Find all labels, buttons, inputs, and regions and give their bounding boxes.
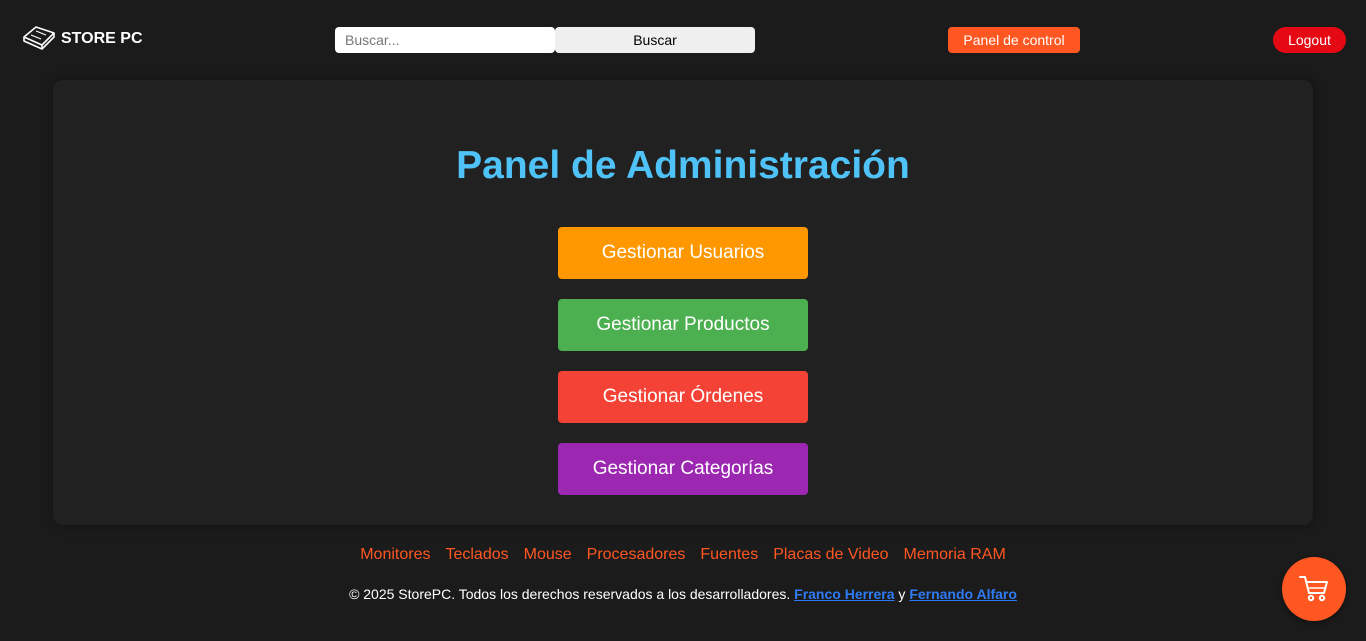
copyright-prefix: © 2025 StorePC. Todos los derechos reser… (349, 586, 791, 602)
logo[interactable]: STORE PC (22, 24, 143, 54)
page-title: Panel de Administración (456, 144, 910, 187)
footer-link-mouse[interactable]: Mouse (524, 546, 572, 564)
logout-button[interactable]: Logout (1273, 27, 1346, 53)
manage-users-button[interactable]: Gestionar Usuarios (558, 227, 808, 279)
footer-link-placas-de-video[interactable]: Placas de Video (773, 546, 888, 564)
control-panel-button[interactable]: Panel de control (948, 27, 1080, 53)
author-connector: y (898, 586, 906, 602)
admin-panel-card: Panel de Administración Gestionar Usuari… (53, 80, 1313, 525)
keyboard-logo-icon (22, 23, 56, 56)
footer-category-links: Monitores Teclados Mouse Procesadores Fu… (0, 546, 1366, 564)
search-input[interactable] (335, 27, 555, 53)
footer-link-procesadores[interactable]: Procesadores (587, 546, 686, 564)
navbar: STORE PC Buscar Panel de control Logout (0, 0, 1366, 80)
footer-link-memoria-ram[interactable]: Memoria RAM (904, 546, 1006, 564)
search-button[interactable]: Buscar (555, 27, 755, 53)
author-link-franco-herrera[interactable]: Franco Herrera (794, 586, 894, 602)
manage-orders-button[interactable]: Gestionar Órdenes (558, 371, 808, 423)
logo-text: STORE PC (61, 30, 143, 47)
cart-button[interactable] (1282, 557, 1346, 621)
manage-products-button[interactable]: Gestionar Productos (558, 299, 808, 351)
shopping-cart-icon (1297, 571, 1331, 608)
copyright-text: © 2025 StorePC. Todos los derechos reser… (0, 586, 1366, 602)
author-link-fernando-alfaro[interactable]: Fernando Alfaro (909, 586, 1017, 602)
manage-categories-button[interactable]: Gestionar Categorías (558, 443, 808, 495)
footer-link-teclados[interactable]: Teclados (445, 546, 508, 564)
footer-link-fuentes[interactable]: Fuentes (700, 546, 758, 564)
footer-link-monitores[interactable]: Monitores (360, 546, 430, 564)
